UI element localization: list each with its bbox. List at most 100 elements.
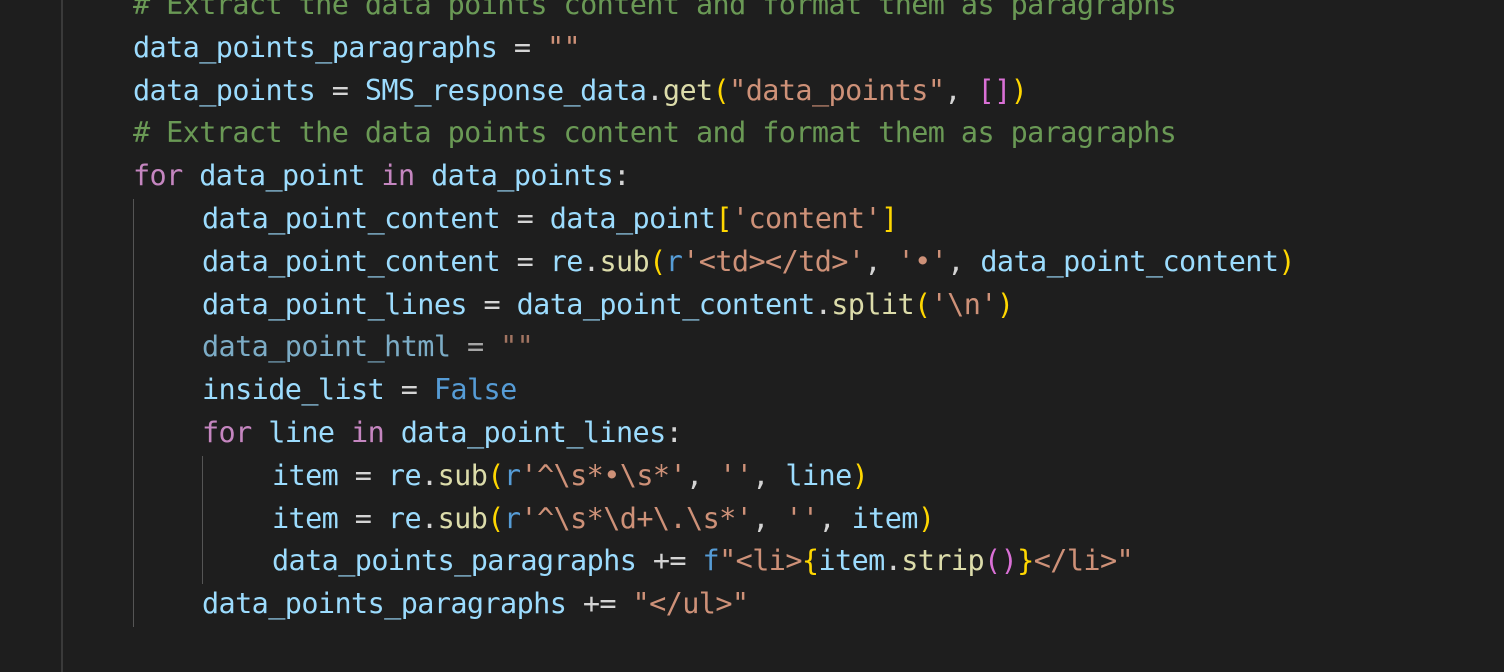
code-token-const: r <box>665 244 683 278</box>
code-token-fn: sub <box>599 244 650 278</box>
code-token-br1: } <box>1017 544 1034 578</box>
code-line[interactable]: inside_list = False <box>133 369 1295 412</box>
code-token-const: f <box>702 544 720 578</box>
code-token-str: '^\s*\d+\.\s*' <box>520 501 753 535</box>
code-line[interactable]: data_points_paragraphs += f"<li>{item.st… <box>133 540 1295 583</box>
code-token-br1: ) <box>1010 73 1028 107</box>
code-token-fn: split <box>831 287 915 321</box>
code-token-str: "data_points" <box>729 73 945 107</box>
code-token-br1: ) <box>917 501 935 535</box>
code-token-punc: , <box>752 458 786 492</box>
code-token-var: re <box>549 244 584 278</box>
code-token-var: data_point_content <box>516 287 816 321</box>
code-token-punc: , <box>947 244 981 278</box>
code-token-br1: ] <box>880 201 898 235</box>
code-token-var: data_point_lines <box>384 415 667 449</box>
code-token-str: '•' <box>897 244 948 278</box>
code-token-punc: . <box>582 244 600 278</box>
code-line[interactable]: # Extract the data points content and fo… <box>133 112 1295 155</box>
code-token-punc: . <box>646 73 663 107</box>
code-token-punc: , <box>686 458 720 492</box>
code-line[interactable]: data_points_paragraphs = "" <box>133 27 1295 70</box>
code-token-kw: for <box>133 159 183 193</box>
code-token-str: '' <box>719 458 753 492</box>
code-token-var: data_point_content <box>202 244 501 278</box>
code-token-str: </li>" <box>1033 544 1134 578</box>
code-token-punc: , <box>944 73 978 107</box>
code-token-op: = <box>500 244 550 278</box>
code-line[interactable]: item = re.sub(r'^\s*•\s*', '', line) <box>133 455 1295 498</box>
code-token-op: = <box>338 501 388 535</box>
code-text-area[interactable]: # Extract the data points content and fo… <box>133 0 1296 626</box>
code-token-op: = <box>338 458 388 492</box>
code-token-op: = <box>500 201 550 235</box>
code-token-br1: [ <box>715 201 732 235</box>
code-token-op: = <box>497 30 547 64</box>
code-token-var: item <box>272 501 339 535</box>
code-token-var: data_points_paragraphs <box>272 544 637 578</box>
code-token-kw: in <box>351 415 385 449</box>
code-token-op: = <box>384 373 434 407</box>
code-token-str: '' <box>785 501 819 535</box>
code-token-var: data_point <box>549 201 716 235</box>
code-token-var: line <box>785 458 852 492</box>
code-token-br1: ( <box>487 501 504 535</box>
code-line[interactable]: for data_point in data_points: <box>133 155 1295 198</box>
code-token-var: inside_list <box>202 373 385 407</box>
code-token-op: += <box>636 544 703 578</box>
code-token-var: data_points <box>414 159 614 193</box>
code-line[interactable]: for line in data_point_lines: <box>133 412 1295 455</box>
code-line[interactable]: data_point_lines = data_point_content.sp… <box>133 284 1295 327</box>
editor-gutter-border <box>61 0 63 672</box>
code-token-const: False <box>433 373 517 407</box>
code-token-punc: . <box>814 287 832 321</box>
code-token-str: 'content' <box>731 201 882 235</box>
code-line[interactable]: data_points = SMS_response_data.get("dat… <box>133 70 1295 113</box>
code-token-br1: ( <box>712 73 730 107</box>
code-token-str: '^\s*•\s*' <box>520 458 687 492</box>
code-token-punc: . <box>421 458 438 492</box>
code-token-br1: ( <box>649 244 666 278</box>
code-token-var: re <box>387 501 422 535</box>
code-token-str: "" <box>546 30 581 64</box>
code-line[interactable]: data_point_content = re.sub(r'<td></td>'… <box>133 241 1296 284</box>
code-token-op: = <box>466 287 517 321</box>
code-token-var: SMS_response_data <box>364 73 647 107</box>
code-token-var: data_point_lines <box>202 287 468 321</box>
code-token-var: item <box>851 501 919 535</box>
code-token-kw: in <box>381 159 415 193</box>
code-token-var: data_point_html <box>202 330 451 364</box>
code-token-kw: for <box>202 415 252 449</box>
code-editor[interactable]: # Extract the data points content and fo… <box>0 0 1504 672</box>
code-token-var: data_points_paragraphs <box>133 30 498 64</box>
code-line[interactable]: data_point_content = data_point['content… <box>133 198 1295 241</box>
code-token-br1: ) <box>996 287 1014 321</box>
code-token-str: "" <box>500 330 534 364</box>
code-token-br1: ( <box>487 458 504 492</box>
code-token-var: item <box>818 544 885 578</box>
code-line[interactable]: data_points_paragraphs += "</ul>" <box>133 583 1295 626</box>
code-token-var: item <box>272 458 339 492</box>
code-token-punc: . <box>884 544 902 578</box>
code-token-fn: sub <box>437 458 488 492</box>
code-token-op: = <box>315 73 365 107</box>
code-token-cmt: # Extract the data points content and fo… <box>133 116 1177 150</box>
code-line[interactable]: data_point_html = "" <box>133 326 1295 369</box>
code-token-var: data_point <box>182 159 382 193</box>
code-token-var: data_points_paragraphs <box>202 587 567 621</box>
code-token-var: line <box>251 415 352 449</box>
code-token-var: data_point_content <box>202 201 501 235</box>
code-line[interactable]: item = re.sub(r'^\s*\d+\.\s*', '', item) <box>133 498 1295 541</box>
code-token-op: += <box>566 587 633 621</box>
code-token-br1: ) <box>851 458 869 492</box>
code-line[interactable]: # Extract the data points content and fo… <box>133 0 1295 27</box>
code-token-cmt: # Extract the data points content and fo… <box>133 0 1177 21</box>
code-token-var: re <box>387 458 422 492</box>
code-token-fn: strip <box>901 544 985 578</box>
code-token-fn: get <box>662 73 713 107</box>
code-token-punc: . <box>421 501 438 535</box>
code-token-const: r <box>503 458 521 492</box>
code-token-br2: [] <box>977 73 1012 107</box>
code-token-br1: ( <box>914 287 931 321</box>
code-token-str: "</ul>" <box>632 587 750 621</box>
